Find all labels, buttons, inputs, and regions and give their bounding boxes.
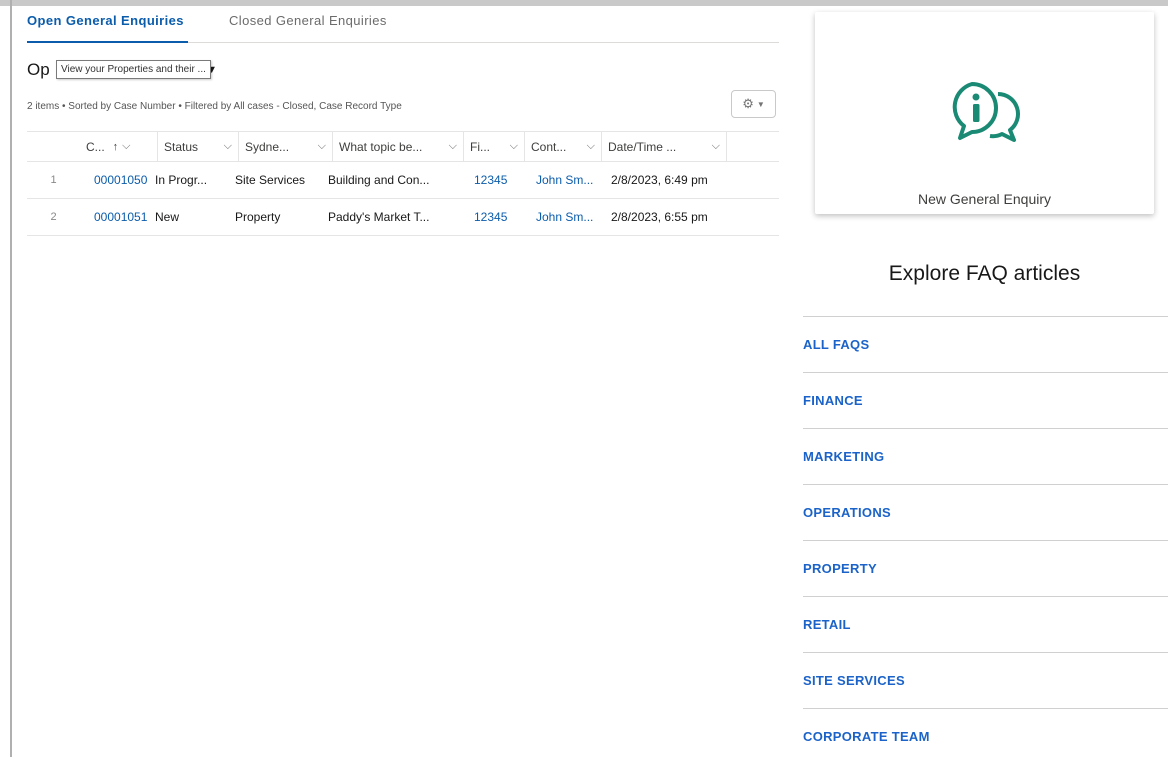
- left-border: [10, 0, 12, 757]
- gear-icon: ⚙: [742, 96, 754, 111]
- sydney-cell: Site Services: [235, 173, 306, 187]
- faq-link-corporate-team[interactable]: CORPORATE TEAM: [803, 708, 1168, 764]
- chevron-down-icon[interactable]: ⌵: [449, 140, 457, 153]
- new-general-enquiry-card[interactable]: New General Enquiry: [815, 12, 1154, 214]
- column-header-fi[interactable]: Fi... ⌵: [464, 132, 525, 161]
- row-number: 1: [50, 174, 57, 186]
- list-view-subtitle: 2 items • Sorted by Case Number • Filter…: [27, 101, 402, 112]
- chevron-down-icon: ▼: [756, 99, 765, 109]
- faq-link-marketing[interactable]: MARKETING: [803, 428, 1168, 484]
- chevron-down-icon[interactable]: ⌵: [122, 140, 130, 153]
- list-view-title-start: Op: [27, 60, 50, 79]
- status-cell: In Progr...: [155, 173, 208, 187]
- status-cell: New: [155, 210, 180, 224]
- table-row: 2 00001051 New Property Paddy's Market T…: [27, 199, 779, 236]
- faq-link-site-services[interactable]: SITE SERVICES: [803, 652, 1168, 708]
- chevron-down-icon[interactable]: ⌵: [510, 140, 518, 153]
- column-header-status[interactable]: Status ⌵: [158, 132, 239, 161]
- table-header-row: C... ↑ ⌵ Status ⌵ Sydne... ⌵ What topic …: [27, 131, 779, 162]
- column-header-sydney[interactable]: Sydne... ⌵: [239, 132, 333, 161]
- contact-link[interactable]: John Sm...: [536, 162, 613, 198]
- info-chat-icon: [952, 82, 1020, 142]
- new-general-enquiry-label: New General Enquiry: [917, 191, 1052, 207]
- faq-link-retail[interactable]: RETAIL: [803, 596, 1168, 652]
- chevron-down-icon[interactable]: ⌵: [712, 140, 720, 153]
- row-number: 2: [50, 211, 57, 223]
- faq-title: Explore FAQ articles: [888, 262, 1081, 285]
- column-header-topic[interactable]: What topic be... ⌵: [333, 132, 464, 161]
- sydney-cell: Property: [235, 210, 281, 224]
- topic-cell: Building and Con...: [328, 173, 430, 187]
- faq-list: ALL FAQS FINANCE MARKETING OPERATIONS PR…: [803, 316, 1168, 764]
- faq-link-operations[interactable]: OPERATIONS: [803, 484, 1168, 540]
- sort-ascending-icon: ↑: [112, 140, 119, 153]
- list-view-settings-button[interactable]: ⚙ ▼: [731, 90, 776, 118]
- column-header-contact[interactable]: Cont... ⌵: [525, 132, 602, 161]
- chevron-down-icon[interactable]: ⌵: [318, 140, 326, 153]
- datetime-cell: 2/8/2023, 6:49 pm: [611, 173, 708, 187]
- chevron-down-icon[interactable]: ⌵: [224, 140, 232, 153]
- topic-cell: Paddy's Market T...: [328, 210, 430, 224]
- fi-link[interactable]: 12345: [474, 162, 535, 198]
- faq-link-finance[interactable]: FINANCE: [803, 372, 1168, 428]
- enquiry-tabs: Open General Enquiries Closed General En…: [27, 6, 779, 43]
- faq-link-all-faqs[interactable]: ALL FAQS: [803, 316, 1168, 372]
- tab-open-general-enquiries[interactable]: Open General Enquiries: [27, 13, 188, 43]
- faq-link-property[interactable]: PROPERTY: [803, 540, 1168, 596]
- column-header-datetime[interactable]: Date/Time ... ⌵: [602, 132, 727, 161]
- table-row: 1 00001050 In Progr... Site Services Bui…: [27, 162, 779, 199]
- contact-link[interactable]: John Sm...: [536, 199, 613, 235]
- fi-link[interactable]: 12345: [474, 199, 535, 235]
- cases-table: C... ↑ ⌵ Status ⌵ Sydne... ⌵ What topic …: [27, 131, 779, 236]
- chevron-down-icon[interactable]: ⌵: [587, 140, 595, 153]
- list-view-tooltip: View your Properties and their ...: [56, 60, 211, 79]
- column-header-case-number[interactable]: C... ↑ ⌵: [80, 132, 158, 161]
- tab-closed-general-enquiries[interactable]: Closed General Enquiries: [229, 13, 387, 28]
- datetime-cell: 2/8/2023, 6:55 pm: [611, 210, 708, 224]
